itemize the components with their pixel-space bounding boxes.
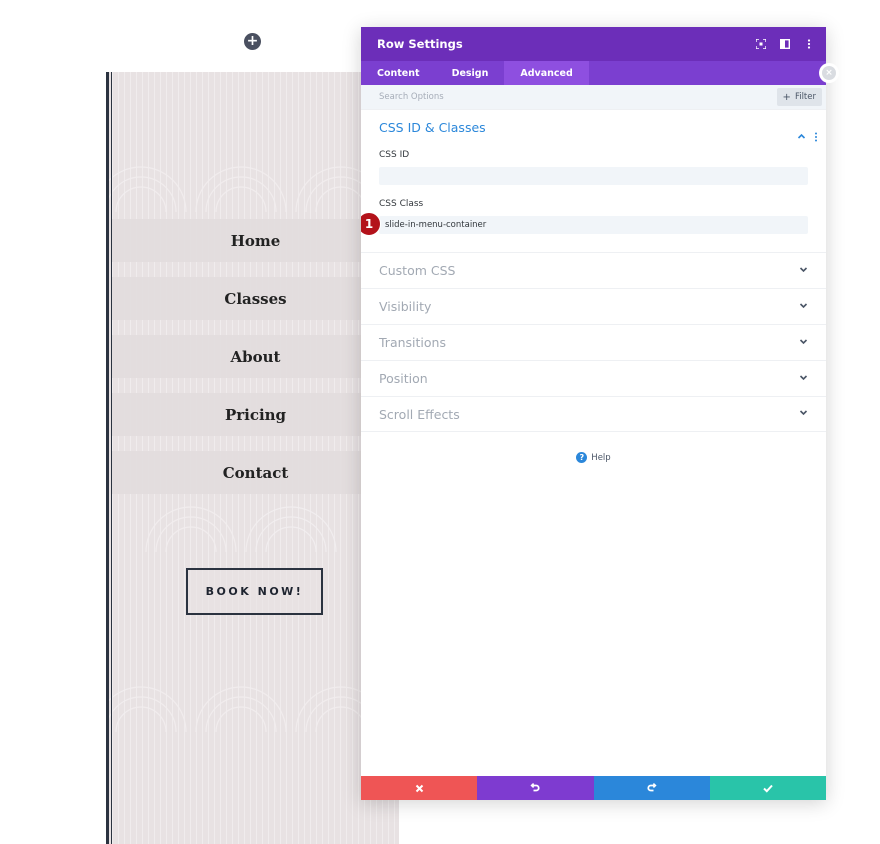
css-class-label: CSS Class — [379, 199, 424, 209]
section-custom-css[interactable]: Custom CSS — [361, 252, 826, 288]
section-label: Scroll Effects — [379, 406, 460, 422]
section-label: Custom CSS — [379, 263, 456, 278]
chevron-down-icon[interactable] — [799, 301, 808, 313]
menu-item-contact[interactable]: Contact — [112, 451, 399, 494]
chevron-up-icon[interactable] — [797, 132, 806, 144]
save-button[interactable] — [709, 776, 826, 800]
step-badge: 1 — [361, 212, 381, 236]
preview-border-thick — [106, 72, 109, 844]
plus-icon: + — [782, 91, 791, 103]
search-input[interactable]: Search Options — [379, 92, 444, 102]
search-options-bar[interactable]: Search Options + Filter — [361, 85, 826, 110]
menu-item-about[interactable]: About — [112, 335, 399, 378]
redo-button[interactable] — [593, 776, 710, 800]
section-scroll-effects[interactable]: Scroll Effects — [361, 396, 826, 432]
filter-label: Filter — [794, 92, 816, 102]
help-link[interactable]: ? Help — [361, 452, 826, 463]
plus-icon: + — [246, 33, 259, 49]
css-class-field[interactable]: slide-in-menu-container — [379, 216, 808, 234]
page-preview: Home Classes About Pricing Contact — [106, 72, 399, 844]
tab-advanced[interactable]: Advanced — [504, 61, 589, 85]
chevron-down-icon[interactable] — [799, 373, 808, 385]
section-label: Position — [379, 371, 428, 386]
row-settings-modal: Row Settings Content Design Advanced Sea… — [361, 27, 826, 800]
chevron-down-icon[interactable] — [799, 408, 808, 420]
modal-header: Row Settings — [361, 27, 826, 61]
close-modal-icon[interactable]: × — [822, 66, 836, 80]
redo-icon — [647, 783, 657, 792]
filter-button[interactable]: + Filter — [776, 88, 822, 106]
section-visibility[interactable]: Visibility — [361, 288, 826, 324]
add-section-button[interactable]: + — [244, 33, 261, 50]
modal-title: Row Settings — [377, 37, 463, 51]
modal-tabs: Content Design Advanced — [361, 61, 826, 85]
section-more-icon[interactable] — [814, 132, 818, 145]
section-position[interactable]: Position — [361, 360, 826, 396]
css-id-classes-section: CSS ID & Classes CSS ID CSS Class 1 slid… — [361, 120, 826, 252]
section-label: Visibility — [379, 299, 432, 314]
chevron-down-icon[interactable] — [799, 337, 808, 349]
split-view-icon[interactable] — [779, 38, 791, 50]
check-icon — [763, 784, 773, 793]
fullscreen-icon[interactable] — [755, 38, 767, 50]
section-title-css-id-classes[interactable]: CSS ID & Classes — [379, 120, 808, 136]
css-id-field[interactable] — [379, 167, 808, 185]
menu-item-classes[interactable]: Classes — [112, 277, 399, 320]
help-label: Help — [591, 452, 611, 463]
chevron-down-icon[interactable] — [799, 265, 808, 277]
menu-item-home[interactable]: Home — [112, 219, 399, 262]
section-transitions[interactable]: Transitions — [361, 324, 826, 360]
menu-item-pricing[interactable]: Pricing — [112, 393, 399, 436]
more-options-icon[interactable] — [804, 39, 814, 49]
undo-button[interactable] — [477, 776, 594, 800]
book-now-button[interactable]: BOOK NOW! — [186, 568, 323, 615]
help-icon: ? — [576, 452, 588, 463]
section-label: Transitions — [379, 335, 446, 350]
tab-content[interactable]: Content — [361, 61, 436, 85]
css-id-label: CSS ID — [379, 150, 410, 160]
cancel-button[interactable] — [361, 776, 478, 800]
close-icon — [415, 784, 423, 792]
tab-design[interactable]: Design — [436, 61, 505, 85]
modal-footer — [361, 776, 826, 800]
undo-icon — [530, 783, 540, 792]
